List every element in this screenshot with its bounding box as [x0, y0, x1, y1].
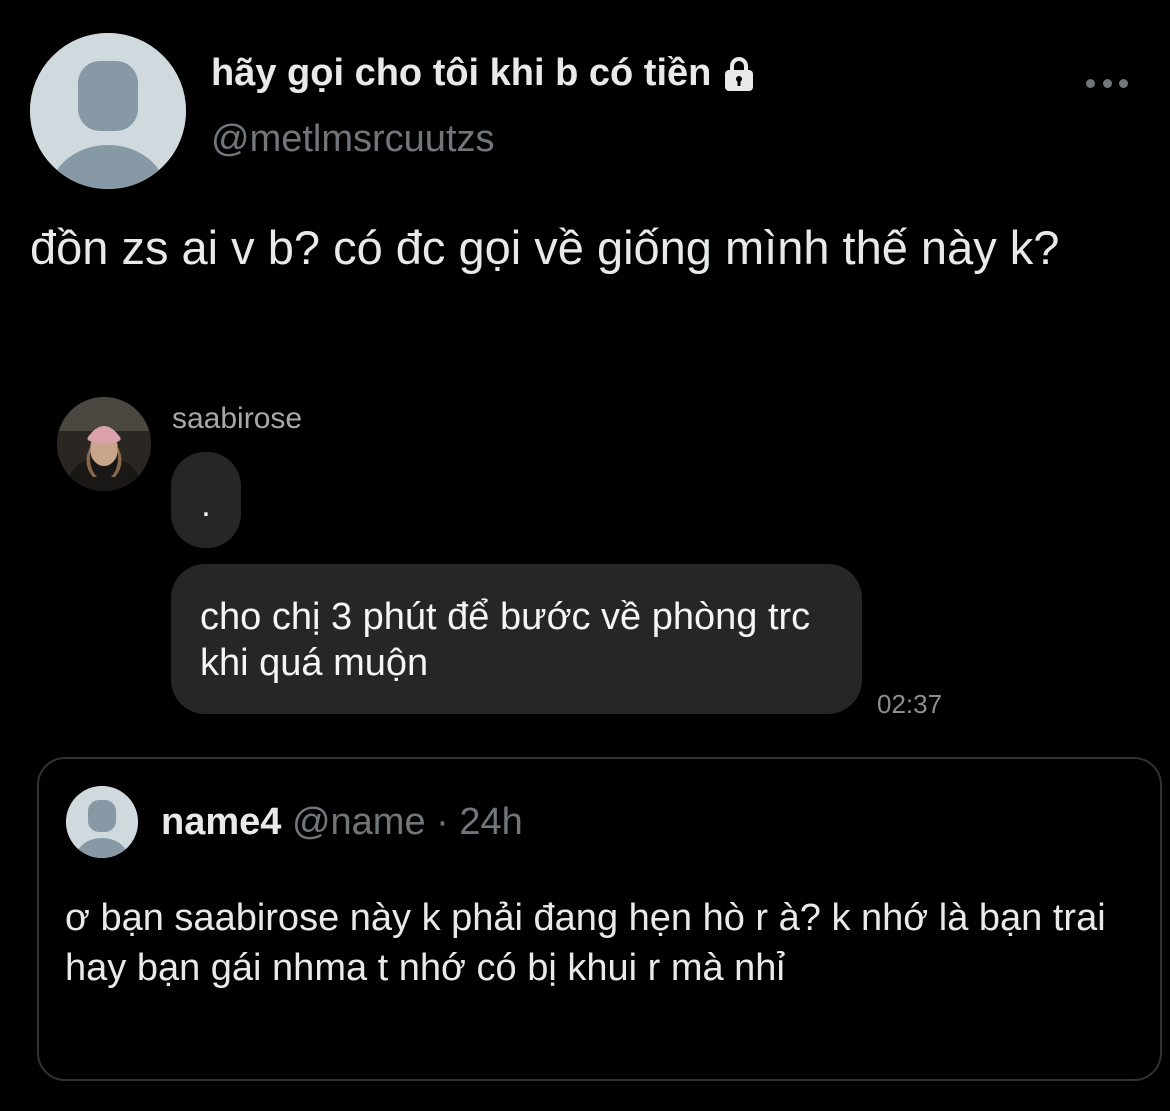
quoted-author-avatar: [66, 786, 138, 858]
dm-user-avatar: [57, 397, 151, 491]
author-avatar[interactable]: [30, 33, 186, 189]
more-dot: [1086, 78, 1095, 88]
tweet-text: đồn zs ai v b? có đc gọi về giống mình t…: [30, 221, 1060, 274]
default-avatar-icon: [66, 786, 138, 858]
more-options-icon[interactable]: [1086, 72, 1128, 94]
more-dot: [1102, 78, 1112, 88]
dm-message-bubble: .: [171, 452, 241, 548]
quoted-tweet-text: ơ bạn saabirose này k phải đang hẹn hò r…: [65, 897, 1106, 989]
quoted-author-handle: @name: [291, 801, 426, 843]
quoted-author-name: name4: [161, 801, 282, 843]
author-display-name-text: hãy gọi cho tôi khi b có tiền: [211, 52, 712, 94]
meta-separator: ·: [436, 801, 449, 843]
quoted-tweet-header: name4 @name · 24h: [161, 801, 523, 844]
dm-message-text: .: [201, 485, 211, 524]
dm-timestamp: 02:37: [877, 689, 943, 719]
default-avatar-icon: [30, 33, 186, 189]
quoted-tweet-age: 24h: [459, 801, 523, 843]
lock-icon: [719, 54, 759, 94]
dm-username: saabirose: [172, 402, 303, 435]
author-display-name[interactable]: hãy gọi cho tôi khi b có tiền: [211, 52, 759, 95]
author-handle[interactable]: @metlmsrcuutzs: [211, 118, 495, 161]
more-dot: [1119, 78, 1128, 88]
dm-message-bubble: cho chị 3 phút để bước về phòng trc khi …: [171, 564, 862, 714]
tweet-page: hãy gọi cho tôi khi b có tiền @metlmsrcu…: [0, 0, 1170, 1111]
dm-message-text: cho chị 3 phút để bước về phòng trc khi …: [200, 596, 811, 684]
quoted-tweet-card[interactable]: name4 @name · 24h ơ bạn saabirose này k …: [37, 757, 1162, 1081]
user-photo-icon: [57, 397, 151, 491]
